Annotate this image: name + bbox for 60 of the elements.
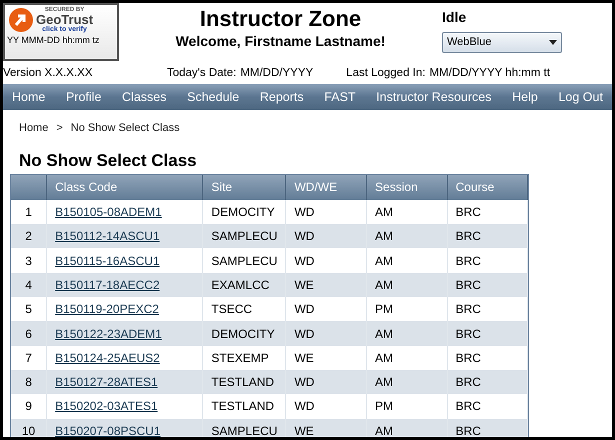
table-cell: TESTLAND — [202, 370, 286, 394]
seal-timestamp: YY MMM-DD hh:mm tz — [6, 34, 100, 47]
column-header: Site — [202, 174, 286, 200]
table-cell: BRC — [447, 370, 528, 394]
table-cell: BRC — [447, 321, 528, 346]
nav-link[interactable]: Reports — [250, 88, 313, 106]
nav-link[interactable]: Instructor Resources — [367, 88, 500, 106]
page-heading: No Show Select Class — [19, 150, 198, 171]
table-cell: BRC — [447, 272, 528, 298]
row-number: 6 — [11, 321, 47, 346]
column-header: Class Code — [46, 174, 203, 200]
table-cell: SAMPLECU — [202, 224, 286, 248]
last-login-label: Last Logged In: — [346, 66, 426, 82]
app-title: Instructor Zone — [200, 7, 362, 32]
class-code-link[interactable]: B150124-25AEUS2 — [55, 350, 160, 365]
column-header: WD/WE — [286, 174, 367, 200]
welcome-text: Welcome, Firstname Lastname! — [176, 32, 386, 52]
table-cell: WE — [286, 272, 367, 298]
theme-dropdown[interactable]: WebBlue — [442, 32, 562, 53]
table-cell: AM — [366, 370, 448, 394]
date-value: MM/DD/YYYY — [240, 66, 314, 82]
last-login-value: MM/DD/YYYY hh:mm tt — [429, 66, 550, 82]
row-number: 8 — [11, 370, 47, 394]
class-code-link[interactable]: B150115-16ASCU1 — [55, 254, 160, 268]
breadcrumb-current: No Show Select Class — [70, 121, 180, 136]
table-cell: EXAMLCC — [202, 272, 286, 298]
column-header: Course — [447, 174, 528, 200]
nav-link[interactable]: Help — [503, 88, 547, 106]
table-cell: AM — [366, 418, 448, 437]
table-cell: WE — [286, 418, 367, 437]
class-code-link[interactable]: B150202-03ATES1 — [55, 399, 158, 414]
nav-link[interactable]: Log Out — [549, 88, 612, 106]
class-code-link[interactable]: B150105-08ADEM1 — [55, 205, 162, 220]
table-cell: BRC — [447, 418, 528, 437]
nav-link[interactable]: Home — [3, 88, 54, 106]
table-cell: AM — [366, 321, 448, 346]
row-number: 4 — [11, 272, 47, 298]
version-text: Version X.X.X.XX — [3, 66, 94, 82]
nav-link[interactable]: Classes — [113, 88, 176, 106]
table-cell: WD — [286, 370, 367, 394]
nav-link[interactable]: Schedule — [178, 88, 248, 106]
row-number: 10 — [11, 418, 47, 437]
date-label: Today's Date: — [167, 66, 236, 82]
table-cell: AM — [366, 272, 448, 298]
status-text: Idle — [442, 8, 468, 27]
table-cell: WD — [286, 321, 367, 346]
row-number: 2 — [11, 224, 47, 248]
class-code-link[interactable]: B150119-20PEXC2 — [55, 302, 159, 316]
table-cell: WD — [286, 224, 367, 248]
caret-icon — [549, 40, 557, 45]
seal-brand: GeoTrust — [36, 13, 94, 26]
table-cell: BRC — [447, 224, 528, 248]
breadcrumb-separator: > — [56, 121, 63, 136]
breadcrumb-link[interactable]: Home — [19, 120, 48, 136]
table-cell: SAMPLECU — [202, 418, 286, 437]
column-header: Session — [366, 174, 448, 200]
table-cell: AM — [366, 224, 448, 248]
nav-link[interactable]: FAST — [315, 88, 365, 106]
nav-link[interactable]: Profile — [56, 88, 110, 106]
table-cell: DEMOCITY — [202, 321, 286, 346]
